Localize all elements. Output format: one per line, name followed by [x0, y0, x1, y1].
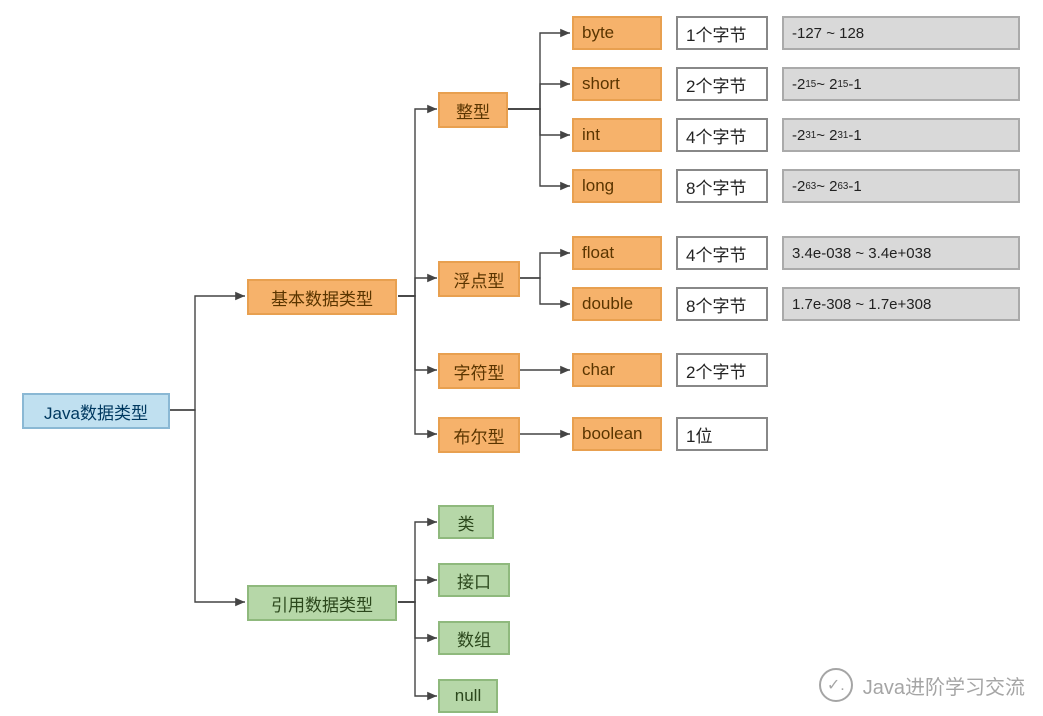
size-long: 8个字节	[676, 169, 768, 203]
size-int: 4个字节	[676, 118, 768, 152]
node-reference-types: 引用数据类型	[247, 585, 397, 621]
size-float: 4个字节	[676, 236, 768, 270]
node-int: int	[572, 118, 662, 152]
node-float: float	[572, 236, 662, 270]
node-double: double	[572, 287, 662, 321]
node-class: 类	[438, 505, 494, 539]
range-int: -231 ~ 231-1	[782, 118, 1020, 152]
node-interface: 接口	[438, 563, 510, 597]
node-short: short	[572, 67, 662, 101]
range-float: 3.4e-038 ~ 3.4e+038	[782, 236, 1020, 270]
node-basic-types: 基本数据类型	[247, 279, 397, 315]
size-short: 2个字节	[676, 67, 768, 101]
node-array: 数组	[438, 621, 510, 655]
node-boolean: boolean	[572, 417, 662, 451]
node-integer: 整型	[438, 92, 508, 128]
node-float-group: 浮点型	[438, 261, 520, 297]
node-char: char	[572, 353, 662, 387]
node-bool-group: 布尔型	[438, 417, 520, 453]
node-byte: byte	[572, 16, 662, 50]
size-boolean: 1位	[676, 417, 768, 451]
range-byte: -127 ~ 128	[782, 16, 1020, 50]
root-java-data-types: Java数据类型	[22, 393, 170, 429]
node-null: null	[438, 679, 498, 713]
node-char-group: 字符型	[438, 353, 520, 389]
node-long: long	[572, 169, 662, 203]
watermark: ✓. Java进阶学习交流	[819, 668, 1025, 702]
wechat-icon: ✓.	[819, 668, 853, 702]
range-double: 1.7e-308 ~ 1.7e+308	[782, 287, 1020, 321]
size-double: 8个字节	[676, 287, 768, 321]
watermark-text: Java进阶学习交流	[863, 671, 1025, 700]
range-long: -263 ~ 263-1	[782, 169, 1020, 203]
connector-lines	[0, 0, 1043, 716]
size-char: 2个字节	[676, 353, 768, 387]
size-byte: 1个字节	[676, 16, 768, 50]
range-short: -215 ~ 215-1	[782, 67, 1020, 101]
